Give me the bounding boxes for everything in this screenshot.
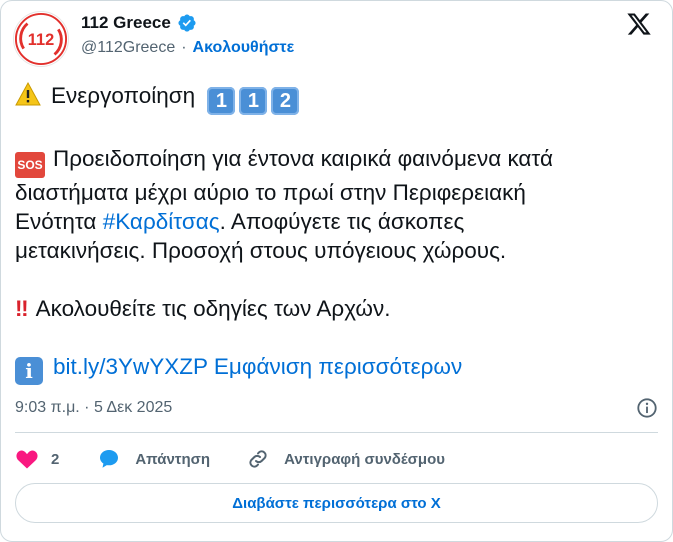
instructions-line: ‼ Ακολουθείτε τις οδηγίες των Αρχών. — [15, 294, 660, 323]
read-more-label: Διαβάστε περισσότερα στο X — [232, 494, 441, 512]
reply-label: Απάντηση — [135, 450, 211, 468]
activation-line: Ενεργοποίηση 112 — [15, 81, 660, 115]
information-icon: i — [15, 357, 43, 385]
x-logo-icon[interactable] — [626, 11, 652, 37]
activation-text: Ενεργοποίηση — [51, 83, 196, 108]
keycap-digit-1-icon: 1 — [239, 87, 268, 115]
tweet-header: 112 112 Greece @112Greece · Ακολουθήστε — [13, 9, 660, 67]
double-exclamation-icon: ‼ — [15, 296, 28, 321]
hashtag-link[interactable]: #Καρδίτσας — [103, 209, 220, 234]
keycap-digit-1-icon: 1 — [207, 87, 236, 115]
warning-line-1: SOS Προειδοποίηση για έντονα καιρικά φαιν… — [15, 144, 660, 178]
divider — [15, 432, 658, 433]
account-handle[interactable]: @112Greece — [81, 39, 175, 57]
action-bar: 2 Απάντηση Αντιγραφή συνδέσμου — [15, 445, 445, 473]
account-name[interactable]: 112 Greece — [81, 13, 171, 33]
line3-prefix: Ενότητα — [15, 209, 103, 234]
copy-link-button[interactable]: Αντιγραφή συνδέσμου — [246, 447, 445, 471]
heart-icon — [16, 450, 38, 469]
link-line: i bit.ly/3YwYXZP Εμφάνιση περισσότερων — [15, 352, 660, 385]
info-circle-icon[interactable] — [636, 397, 658, 419]
warning-text-1: Προειδοποίηση για έντονα καιρικά φαινόμε… — [53, 146, 554, 171]
short-link[interactable]: bit.ly/3YwYXZP — [53, 354, 208, 379]
reply-bubble-icon — [100, 450, 119, 468]
warning-line-4: μετακινήσεις. Προσοχή στους υπόγειους χώ… — [15, 238, 507, 263]
verified-badge-icon — [178, 14, 196, 32]
line3-suffix: . Αποφύγετε τις άσκοπες — [219, 209, 465, 234]
timestamp[interactable]: 9:03 π.μ. · 5 Δεκ 2025 — [15, 399, 172, 417]
warning-line-3: Ενότητα #Καρδίτσας. Αποφύγετε τις άσκοπε… — [15, 207, 660, 236]
like-count: 2 — [51, 450, 60, 468]
keycap-digit-2-icon: 2 — [271, 87, 300, 115]
instructions-text: Ακολουθείτε τις οδηγίες των Αρχών. — [35, 296, 391, 321]
avatar[interactable]: 112 — [13, 11, 69, 67]
sos-icon: SOS — [15, 152, 45, 178]
follow-button[interactable]: Ακολουθήστε — [193, 39, 295, 57]
copy-link-label: Αντιγραφή συνδέσμου — [284, 450, 446, 468]
tweet-card: 112 112 Greece @112Greece · Ακολουθήστε … — [0, 0, 673, 542]
reply-button[interactable]: Απάντηση — [97, 447, 210, 471]
read-more-button[interactable]: Διαβάστε περισσότερα στο X — [15, 483, 658, 523]
112-logo-icon: 112 — [14, 12, 68, 66]
link-chain-icon — [249, 450, 267, 468]
show-more-link[interactable]: Εμφάνιση περισσότερων — [214, 354, 462, 379]
warning-line-2: διαστήματα μέχρι αύριο το πρωί στην Περι… — [15, 180, 526, 205]
tweet-body: Ενεργοποίηση 112 SOS Προειδοποίηση για έν… — [15, 81, 660, 385]
warning-icon — [15, 81, 41, 106]
avatar-text: 112 — [28, 31, 54, 49]
separator-dot: · — [181, 39, 187, 56]
like-button[interactable]: 2 — [15, 447, 59, 471]
timestamp-row: 9:03 π.μ. · 5 Δεκ 2025 — [15, 397, 658, 421]
